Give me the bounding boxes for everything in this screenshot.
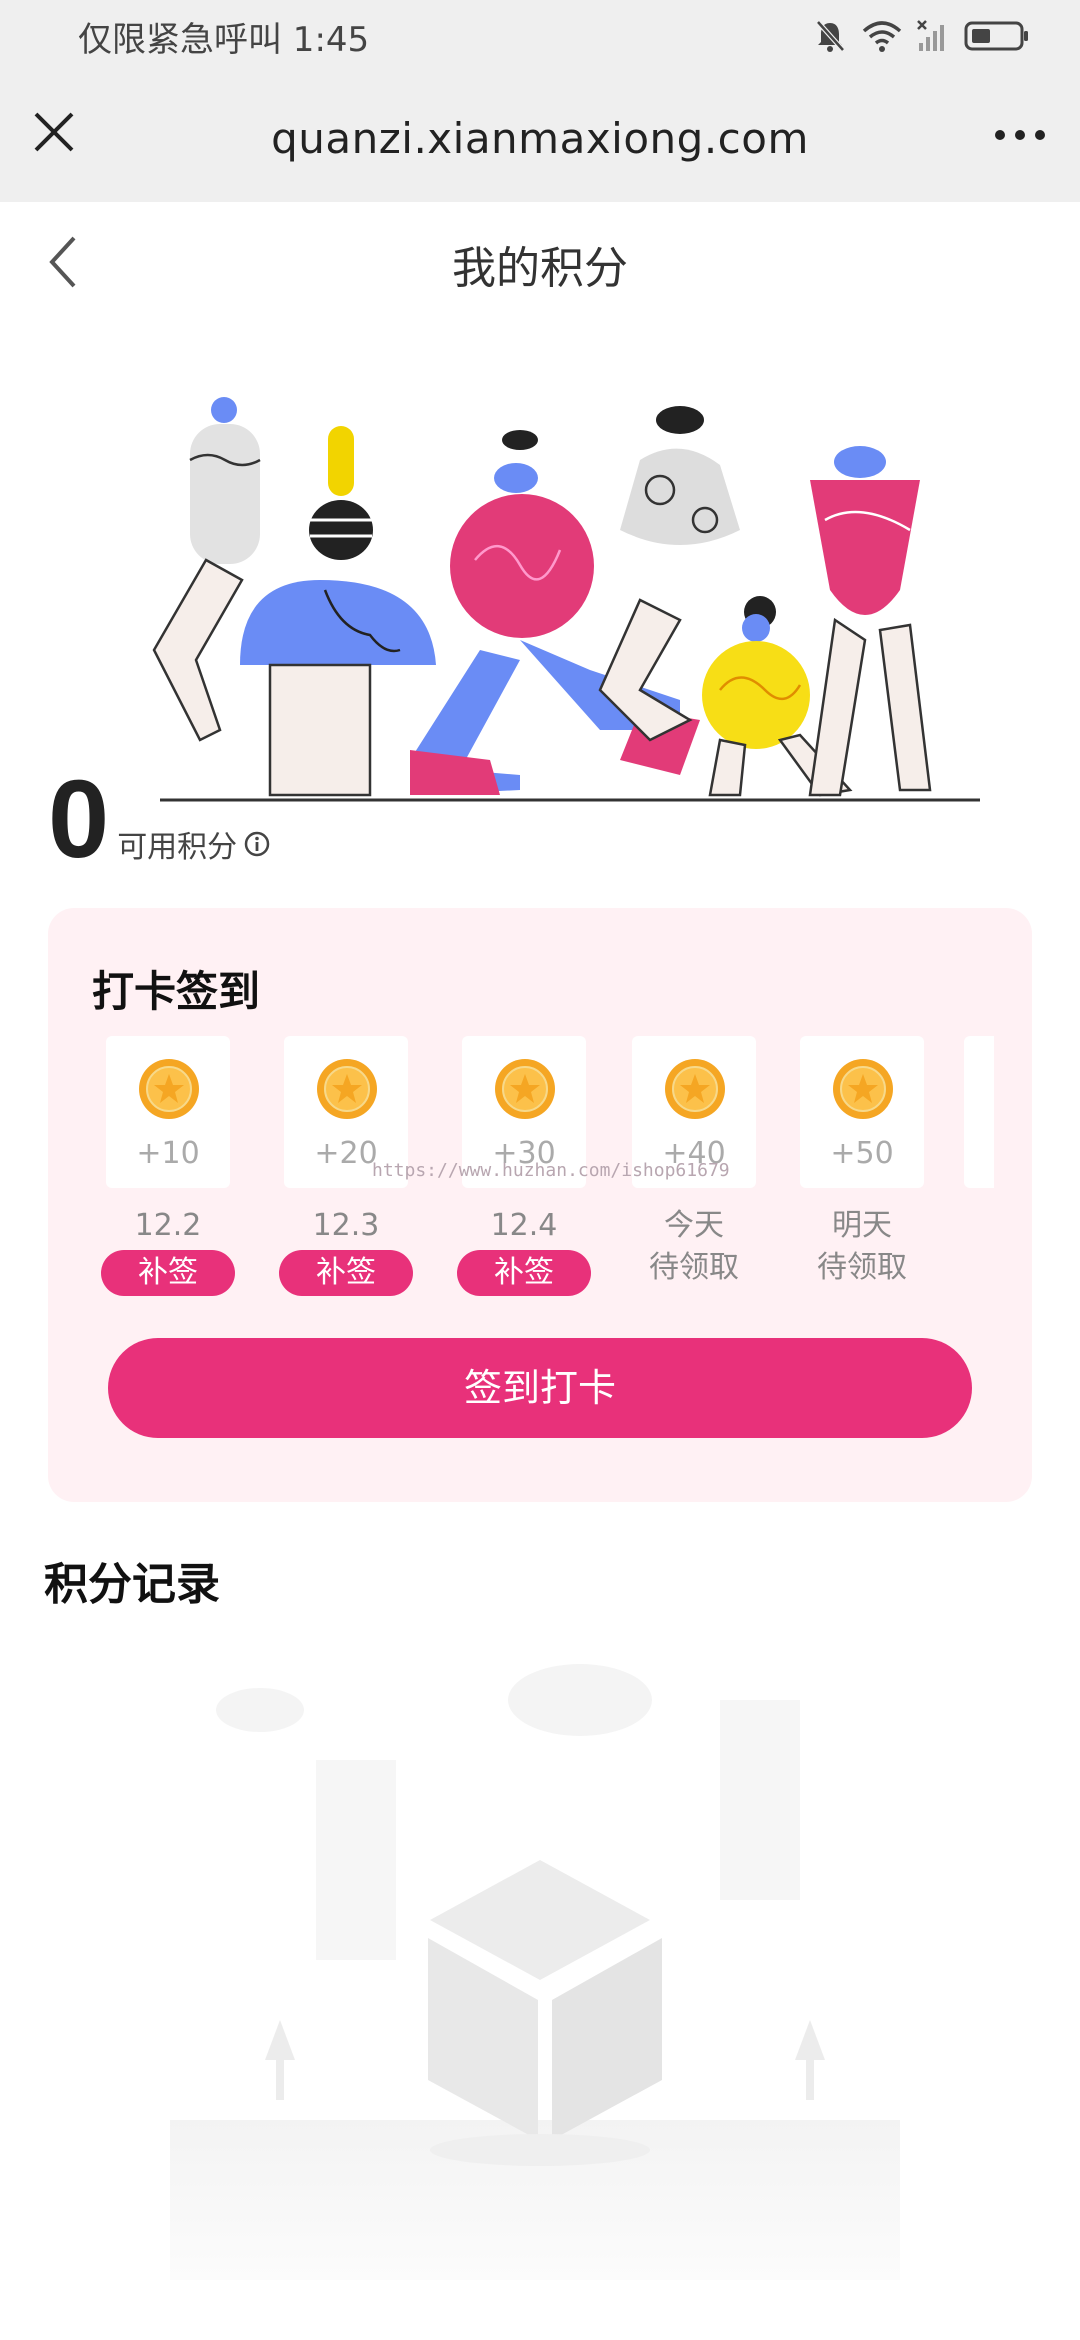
points-label-group: 可用积分	[117, 822, 271, 866]
mute-bell-icon	[816, 20, 845, 52]
checkin-button[interactable]: 签到打卡	[108, 1338, 972, 1438]
checkin-day-5: +50 明天 待领取	[792, 1036, 932, 1286]
checkin-card: 打卡签到 +10 12.2 补签 +20 12.3 补签 +30 12.4 补签…	[48, 908, 1032, 1502]
status-icons	[812, 14, 1030, 58]
next-day-card-partial	[964, 1036, 994, 1188]
day-card: +50	[800, 1036, 924, 1188]
day-points: +10	[136, 1136, 200, 1171]
status-bar: 仅限紧急呼叫 1:45	[0, 0, 1080, 70]
day-points: +50	[830, 1136, 894, 1171]
day-card: +10	[106, 1036, 230, 1188]
day-date: 12.3	[312, 1208, 380, 1243]
points-label: 可用积分	[117, 830, 238, 865]
info-icon[interactable]	[243, 830, 271, 858]
checkin-title: 打卡签到	[92, 967, 261, 1016]
battery-icon	[964, 21, 1028, 51]
coin-icon	[495, 1059, 555, 1119]
browser-bar: quanzi.xianmaxiong.com	[0, 70, 1080, 202]
coin-icon	[317, 1059, 377, 1119]
points-value: 0	[48, 758, 110, 881]
coin-icon	[139, 1059, 199, 1119]
day-status: 待领取	[649, 1250, 739, 1285]
day-date: 明天	[832, 1208, 892, 1243]
url-text: quanzi.xianmaxiong.com	[271, 114, 809, 163]
makeup-checkin-button[interactable]: 补签	[457, 1250, 591, 1296]
more-icon[interactable]	[990, 110, 1050, 160]
points-summary: 0 可用积分	[48, 758, 271, 881]
no-signal-icon	[917, 20, 944, 51]
hero-illustration	[152, 397, 980, 802]
status-text: 仅限紧急呼叫 1:45	[78, 20, 370, 60]
records-title: 积分记录	[44, 1559, 220, 1610]
day-date: 12.2	[134, 1208, 202, 1243]
page-title: 我的积分	[452, 243, 628, 294]
day-status: 待领取	[817, 1250, 907, 1285]
day-date: 12.4	[490, 1208, 558, 1243]
makeup-checkin-button[interactable]: 补签	[101, 1250, 235, 1296]
makeup-checkin-button[interactable]: 补签	[279, 1250, 413, 1296]
wifi-icon	[862, 21, 902, 52]
page-header: 我的积分	[0, 202, 1080, 318]
coin-icon	[665, 1059, 725, 1119]
coin-icon	[833, 1059, 893, 1119]
day-date: 今天	[664, 1208, 724, 1243]
checkin-day-row: +10 12.2 补签 +20 12.3 补签 +30 12.4 补签 +40 …	[98, 1036, 1032, 1296]
watermark: https://www.huzhan.com/ishop61679	[372, 1160, 730, 1181]
checkin-day-1: +10 12.2 补签	[98, 1036, 238, 1296]
empty-box-illustration	[170, 1664, 900, 2280]
